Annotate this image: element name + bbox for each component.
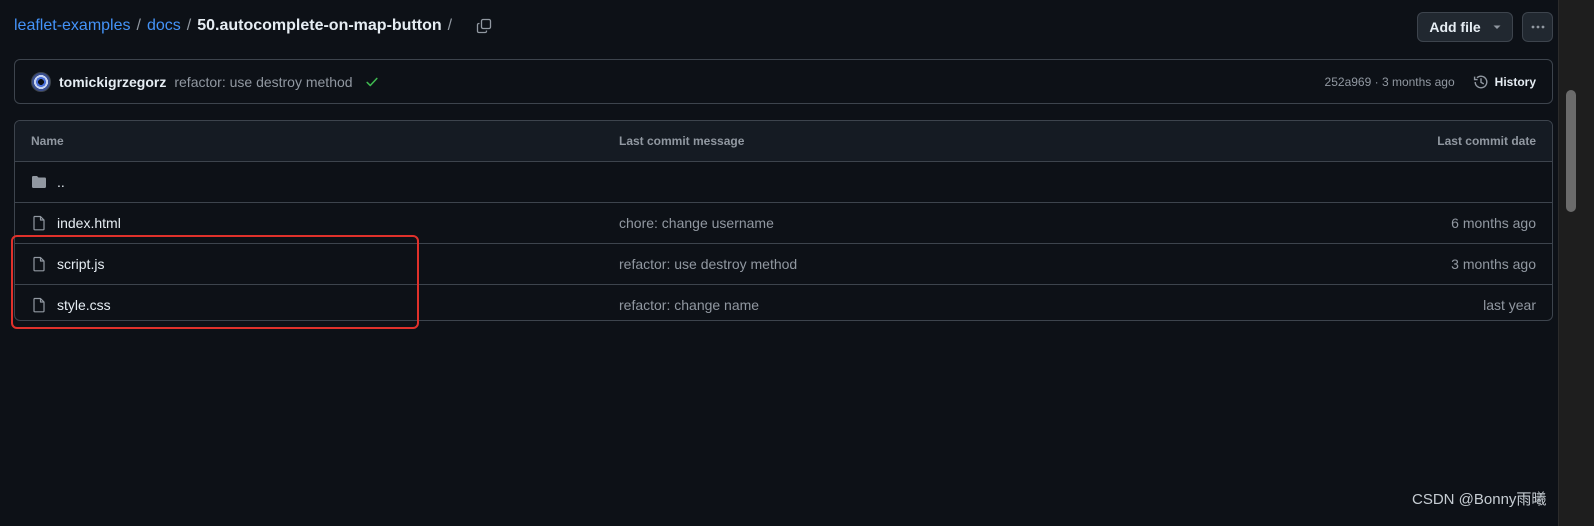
- table-row[interactable]: script.js refactor: use destroy method 3…: [15, 244, 1552, 285]
- breadcrumb-current: 50.autocomplete-on-map-button: [197, 17, 442, 34]
- commit-sha-link[interactable]: 252a969: [1325, 75, 1372, 89]
- file-name-link[interactable]: style.css: [57, 297, 111, 313]
- table-row-parent-dir[interactable]: ..: [15, 162, 1552, 203]
- file-table: Name Last commit message Last commit dat…: [14, 120, 1553, 321]
- more-options-button[interactable]: [1522, 12, 1553, 42]
- breadcrumb: leaflet-examples / docs / 50.autocomplet…: [14, 15, 494, 37]
- check-icon[interactable]: [365, 75, 379, 89]
- commit-age: 3 months ago: [1381, 74, 1455, 89]
- file-icon: [31, 215, 47, 231]
- column-header-name: Name: [31, 134, 64, 148]
- folder-icon: [31, 174, 47, 190]
- commit-message-link[interactable]: refactor: use destroy method: [619, 256, 797, 272]
- table-cell-date: 3 months ago: [1451, 256, 1536, 272]
- commit-meta-separator: ·: [1371, 74, 1382, 89]
- commit-author-link[interactable]: tomickigrzegorz: [59, 74, 166, 90]
- scrollbar-track[interactable]: [1558, 0, 1594, 526]
- caret-down-icon: [1493, 23, 1501, 31]
- scrollbar-thumb[interactable]: [1566, 90, 1576, 212]
- kebab-horizontal-icon: [1531, 25, 1544, 29]
- table-cell-date: 6 months ago: [1451, 215, 1536, 231]
- history-label: History: [1494, 74, 1536, 89]
- file-name-link[interactable]: index.html: [57, 215, 121, 231]
- table-cell-message: refactor: use destroy method: [619, 256, 1292, 272]
- file-icon: [31, 256, 47, 272]
- file-name-link[interactable]: script.js: [57, 256, 104, 272]
- table-cell-name: ..: [15, 174, 619, 190]
- breadcrumb-separator: /: [136, 17, 141, 34]
- table-row[interactable]: index.html chore: change username 6 mont…: [15, 203, 1552, 244]
- table-row[interactable]: style.css refactor: change name last yea…: [15, 285, 1552, 320]
- commit-message-link[interactable]: refactor: change name: [619, 297, 759, 313]
- history-button[interactable]: History: [1473, 74, 1536, 90]
- table-cell-name: script.js: [15, 256, 619, 272]
- breadcrumb-folder-link[interactable]: docs: [147, 17, 181, 35]
- watermark: CSDN @Bonny雨曦: [1412, 491, 1547, 508]
- table-cell-name: style.css: [15, 297, 619, 313]
- commit-message-link[interactable]: refactor: use destroy method: [174, 74, 352, 90]
- breadcrumb-repo-link[interactable]: leaflet-examples: [14, 17, 131, 35]
- table-cell-date: last year: [1483, 297, 1536, 313]
- breadcrumb-separator: /: [186, 17, 192, 34]
- add-file-button[interactable]: Add file: [1417, 12, 1513, 42]
- commit-message-link[interactable]: chore: change username: [619, 215, 774, 231]
- copy-icon: [476, 18, 492, 34]
- table-header: Name Last commit message Last commit dat…: [15, 121, 1552, 162]
- table-cell-message: chore: change username: [619, 215, 1292, 231]
- latest-commit-bar: tomickigrzegorz refactor: use destroy me…: [14, 59, 1553, 104]
- table-cell-message: refactor: change name: [619, 297, 1292, 313]
- column-header-message: Last commit message: [619, 134, 745, 148]
- parent-dir-link[interactable]: ..: [57, 174, 65, 190]
- history-icon: [1473, 75, 1488, 88]
- copy-path-button[interactable]: [474, 16, 494, 36]
- add-file-label: Add file: [1429, 19, 1481, 35]
- table-cell-name: index.html: [15, 215, 619, 231]
- breadcrumb-separator: /: [447, 17, 453, 34]
- file-icon: [31, 297, 47, 313]
- avatar[interactable]: [31, 71, 51, 92]
- column-header-date: Last commit date: [1437, 134, 1536, 148]
